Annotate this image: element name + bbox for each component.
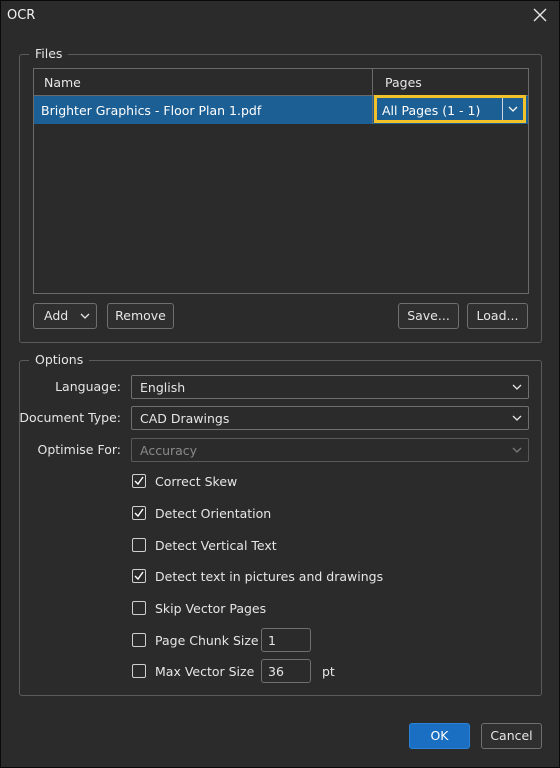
correct-skew-checkbox[interactable]: [132, 474, 146, 488]
document-type-select[interactable]: CAD Drawings: [131, 406, 529, 430]
list-header: Name Pages: [34, 69, 528, 96]
detect-text-in-pictures-checkbox[interactable]: [132, 569, 146, 583]
save-button[interactable]: Save...: [398, 303, 459, 329]
page-chunk-size-input[interactable]: 1: [261, 628, 311, 652]
window-title: OCR: [7, 8, 36, 23]
optimise-for-label: Optimise For:: [37, 442, 122, 457]
document-type-label: Document Type:: [19, 410, 121, 425]
title-bar: OCR: [1, 1, 559, 31]
document-type-value: CAD Drawings: [140, 411, 230, 426]
chevron-down-icon: [512, 447, 522, 453]
page-chunk-size-checkbox[interactable]: [132, 633, 146, 647]
page-chunk-size-value: 1: [268, 633, 276, 648]
detect-orientation-label[interactable]: Detect Orientation: [155, 506, 271, 521]
load-button[interactable]: Load...: [467, 303, 528, 329]
chevron-down-icon: [512, 415, 522, 421]
language-label: Language:: [55, 379, 121, 394]
file-name: Brighter Graphics - Floor Plan 1.pdf: [41, 103, 262, 118]
column-header-name[interactable]: Name: [44, 75, 81, 90]
pages-dropdown[interactable]: All Pages (1 - 1): [374, 95, 526, 123]
column-header-pages[interactable]: Pages: [385, 75, 422, 90]
detect-vertical-text-label[interactable]: Detect Vertical Text: [155, 538, 277, 553]
max-vector-size-input[interactable]: 36: [261, 659, 311, 683]
chevron-down-icon: [512, 384, 522, 390]
check-icon: [134, 508, 144, 518]
file-row[interactable]: Brighter Graphics - Floor Plan 1.pdf All…: [34, 95, 528, 124]
remove-button[interactable]: Remove: [107, 303, 174, 329]
cancel-button[interactable]: Cancel: [481, 723, 542, 749]
ocr-dialog: OCR Files Name Pages Brighter Graphics -…: [0, 0, 560, 768]
optimise-for-select: Accuracy: [131, 438, 529, 462]
skip-vector-pages-checkbox[interactable]: [132, 601, 146, 615]
language-value: English: [140, 380, 186, 395]
add-button[interactable]: Add: [33, 303, 97, 329]
skip-vector-pages-label[interactable]: Skip Vector Pages: [155, 601, 266, 616]
language-select[interactable]: English: [131, 375, 529, 399]
options-legend: Options: [29, 352, 90, 367]
max-vector-size-value: 36: [268, 664, 284, 679]
correct-skew-label[interactable]: Correct Skew: [155, 474, 237, 489]
optimise-for-value: Accuracy: [140, 443, 198, 458]
column-divider: [372, 69, 373, 95]
add-label: Add: [44, 308, 69, 323]
detect-vertical-text-checkbox[interactable]: [132, 538, 146, 552]
close-icon[interactable]: [529, 4, 551, 26]
column-divider: [372, 96, 373, 124]
chevron-down-icon[interactable]: [502, 98, 523, 120]
check-icon: [134, 571, 144, 581]
ok-button[interactable]: OK: [409, 723, 470, 749]
files-legend: Files: [29, 46, 69, 61]
files-list[interactable]: Name Pages Brighter Graphics - Floor Pla…: [33, 68, 529, 294]
max-vector-size-label[interactable]: Max Vector Size: [155, 664, 254, 679]
page-chunk-size-label[interactable]: Page Chunk Size: [155, 633, 259, 648]
check-icon: [134, 476, 144, 486]
pages-value: All Pages (1 - 1): [382, 103, 481, 118]
max-vector-size-unit: pt: [322, 664, 335, 679]
chevron-down-icon: [80, 313, 90, 319]
detect-orientation-checkbox[interactable]: [132, 506, 146, 520]
detect-text-in-pictures-label[interactable]: Detect text in pictures and drawings: [155, 569, 383, 584]
max-vector-size-checkbox[interactable]: [132, 664, 146, 678]
